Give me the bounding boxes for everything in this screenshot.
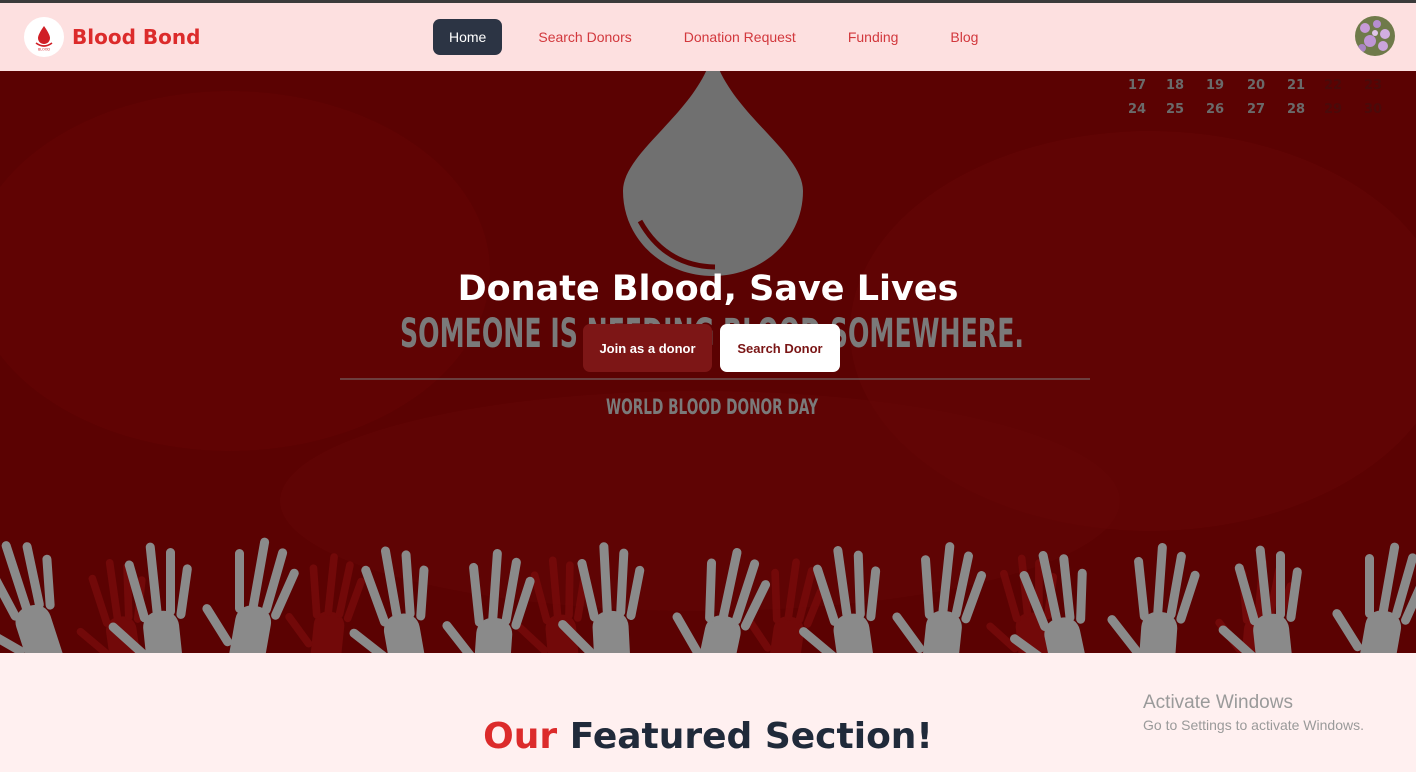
search-donor-button[interactable]: Search Donor <box>720 324 840 372</box>
hero-title: Donate Blood, Save Lives <box>457 269 959 309</box>
brand-name: Blood Bond <box>72 25 201 49</box>
activate-windows-watermark: Activate Windows Go to Settings to activ… <box>1143 692 1364 733</box>
calendar-day: 21 <box>1287 78 1305 93</box>
activate-windows-hint: Go to Settings to activate Windows. <box>1143 717 1364 733</box>
calendar-day: 22 <box>1324 78 1342 93</box>
calendar-day: 23 <box>1364 78 1382 93</box>
calendar-day: 25 <box>1166 102 1184 117</box>
calendar-day: 24 <box>1128 102 1146 117</box>
calendar-day: 28 <box>1287 102 1305 117</box>
calendar-day: 17 <box>1128 78 1146 93</box>
calendar-day: 29 <box>1324 102 1342 117</box>
hero-banner: 17 18 19 20 21 22 23 24 25 26 27 28 29 3… <box>0 71 1416 653</box>
calendar-day: 27 <box>1247 102 1265 117</box>
nav-home-link[interactable]: Home <box>433 19 503 55</box>
nav-donation-request-link[interactable]: Donation Request <box>668 19 812 55</box>
user-avatar[interactable] <box>1355 16 1395 56</box>
brand[interactable]: BLOOD Blood Bond <box>24 17 200 57</box>
nav-search-donors-link[interactable]: Search Donors <box>522 19 647 55</box>
calendar-day: 26 <box>1206 102 1224 117</box>
calendar-day: 30 <box>1364 102 1382 117</box>
activate-windows-title: Activate Windows <box>1143 692 1293 713</box>
bg-subline: WORLD BLOOD DONOR DAY <box>606 395 819 419</box>
nav-links: Home Search Donors Donation Request Fund… <box>433 19 1014 55</box>
nav-blog-link[interactable]: Blog <box>934 19 994 55</box>
featured-title-accent: Our <box>483 716 558 757</box>
navbar: BLOOD Blood Bond Home Search Donors Dona… <box>0 3 1416 71</box>
calendar-day: 18 <box>1166 78 1184 93</box>
calendar-day: 19 <box>1206 78 1224 93</box>
blood-drop-logo-icon: BLOOD <box>24 17 64 57</box>
join-as-donor-button[interactable]: Join as a donor <box>583 324 712 372</box>
calendar-day: 20 <box>1247 78 1265 93</box>
nav-funding-link[interactable]: Funding <box>832 19 915 55</box>
svg-text:BLOOD: BLOOD <box>38 48 50 52</box>
featured-title-text: Featured Section! <box>569 716 933 757</box>
hero-actions: Join as a donor Search Donor <box>583 324 840 372</box>
